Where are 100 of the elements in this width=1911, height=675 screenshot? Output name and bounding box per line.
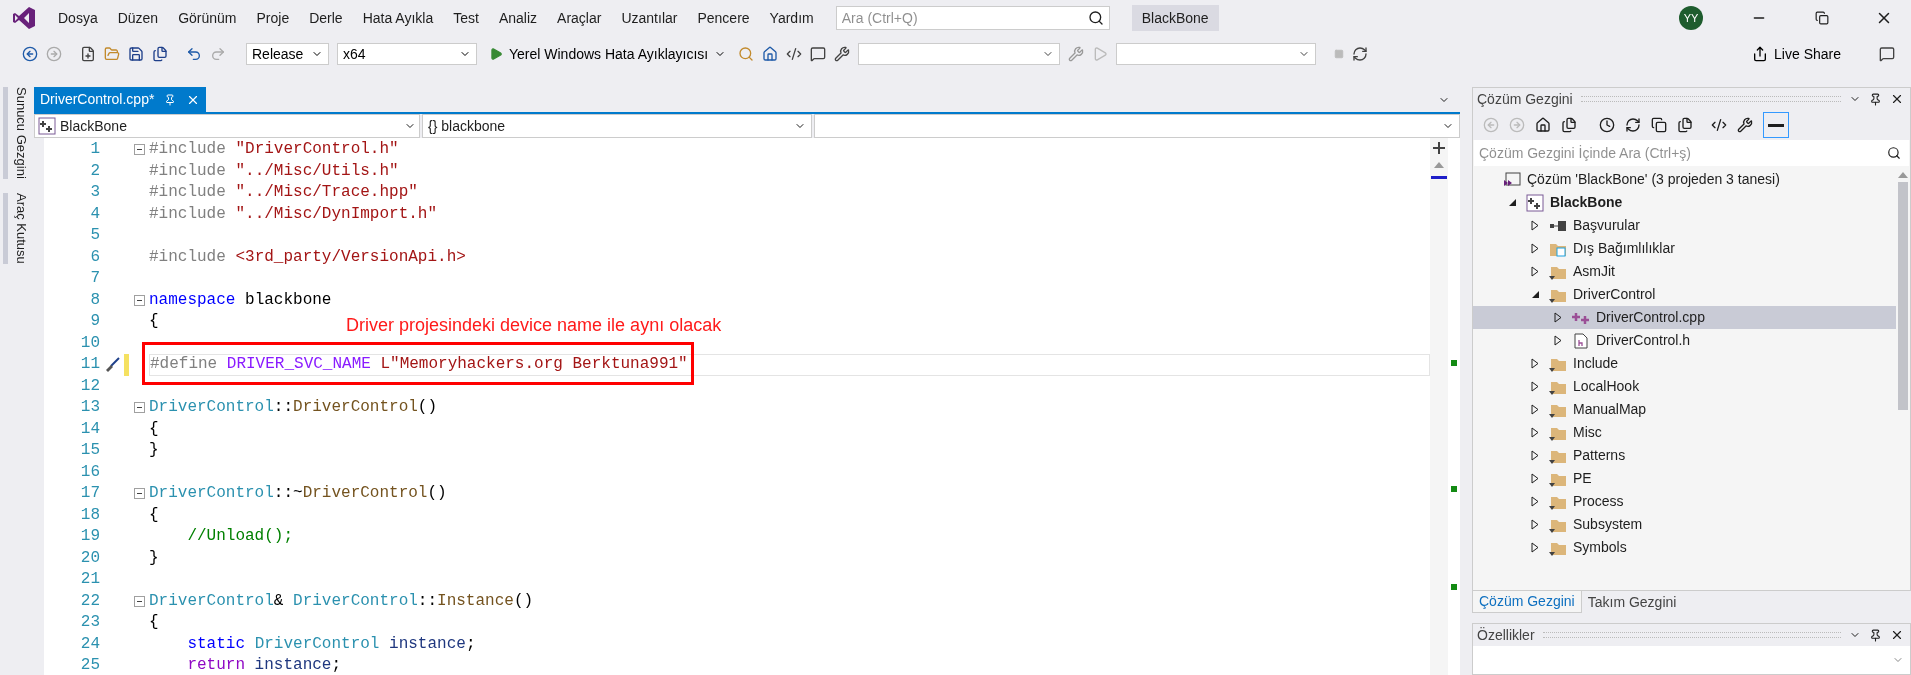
expand-arrow-icon[interactable] (1531, 450, 1539, 461)
tree-item[interactable]: DriverControl.cpp (1473, 306, 1896, 329)
configuration-dropdown[interactable]: Release (246, 43, 329, 65)
close-icon[interactable] (1890, 628, 1904, 642)
preview-toggle-icon[interactable] (1763, 112, 1789, 138)
menu-item[interactable]: Analiz (488, 7, 548, 29)
pin-icon[interactable] (1869, 92, 1882, 106)
scroll-up-icon[interactable] (1434, 162, 1444, 168)
expand-arrow-icon[interactable] (1531, 381, 1539, 392)
collapse-icon[interactable] (133, 144, 145, 156)
tree-item[interactable]: PE (1473, 467, 1896, 490)
tree-item[interactable]: Misc (1473, 421, 1896, 444)
menu-item[interactable]: Araçlar (547, 7, 612, 29)
dropdown-field[interactable] (1116, 43, 1317, 65)
expand-arrow-icon[interactable] (1531, 404, 1539, 415)
expand-arrow-icon[interactable] (1531, 427, 1539, 438)
menu-item[interactable]: Proje (246, 7, 300, 29)
expand-arrow-icon[interactable] (1554, 335, 1562, 346)
history-icon[interactable] (1599, 117, 1615, 133)
undo-icon[interactable] (186, 46, 202, 62)
new-file-icon[interactable] (80, 46, 96, 62)
show-all-files-icon[interactable] (1677, 117, 1693, 133)
app-logo-icon[interactable] (12, 6, 36, 30)
comment-icon[interactable] (810, 46, 827, 62)
expand-arrow-icon[interactable] (1531, 358, 1539, 369)
expand-arrow-icon[interactable] (1531, 496, 1539, 507)
platform-dropdown[interactable]: x64 (337, 43, 477, 65)
expand-arrow-icon[interactable] (1531, 266, 1539, 277)
menu-item[interactable]: Uzantılar (611, 7, 688, 29)
code-icon[interactable] (786, 46, 803, 62)
split-icon[interactable] (1433, 142, 1445, 154)
save-all-icon[interactable] (152, 46, 168, 62)
panel-title: Özellikler (1477, 625, 1535, 645)
collapse-icon[interactable] (133, 488, 145, 500)
tree-item[interactable]: Include (1473, 352, 1896, 375)
tree-item[interactable]: DriverControl.h (1473, 329, 1896, 352)
code-line: return instance; (186, 655, 342, 675)
live-share-button[interactable]: Live Share (1752, 43, 1841, 65)
tree-item-label: DriverControl.cpp (1596, 308, 1705, 327)
collapse-arrow-icon[interactable] (1507, 198, 1517, 207)
collapse-all-icon[interactable] (1651, 117, 1667, 133)
tree-item[interactable]: Symbols (1473, 536, 1896, 559)
panel-tab[interactable]: Takım Gezgini (1581, 591, 1683, 613)
menu-item[interactable]: Görünüm (168, 7, 247, 29)
expand-arrow-icon[interactable] (1531, 473, 1539, 484)
tree-item[interactable]: Patterns (1473, 444, 1896, 467)
header-file-icon (1574, 332, 1588, 349)
open-folder-icon[interactable] (104, 46, 120, 62)
menu-item[interactable]: Derle (299, 7, 353, 29)
line-number: 21 (79, 569, 100, 590)
close-icon[interactable] (1890, 92, 1904, 106)
menu-item[interactable]: Düzen (107, 7, 169, 29)
menu-item[interactable]: Dosya (48, 7, 108, 29)
tree-item[interactable]: BlackBone (1473, 191, 1896, 214)
menu-item[interactable]: Hata Ayıkla (352, 7, 444, 29)
properties-icon[interactable] (1737, 117, 1753, 133)
collapse-icon[interactable] (133, 294, 145, 306)
menu-item[interactable]: Test (443, 7, 489, 29)
expand-arrow-icon[interactable] (1531, 243, 1539, 254)
back-icon[interactable] (22, 46, 38, 62)
tree-item[interactable]: Başvurular (1473, 214, 1896, 237)
namespace-dropdown[interactable]: {} blackbone (422, 114, 812, 138)
tree-item[interactable]: Dış Bağımlılıklar (1473, 237, 1896, 260)
restore-icon[interactable] (1815, 11, 1829, 25)
search-field[interactable]: Çözüm Gezgini İçinde Ara (Ctrl+ş) (1474, 140, 1909, 166)
tree-item[interactable]: LocalHook (1473, 375, 1896, 398)
scroll-up-icon[interactable] (1898, 172, 1908, 178)
panel-tab[interactable]: Çözüm Gezgini (1472, 591, 1582, 613)
tree-item[interactable]: ManualMap (1473, 398, 1896, 421)
search-field[interactable]: Ara (Ctrl+Q) (835, 6, 1110, 30)
dropdown-field[interactable] (858, 43, 1061, 65)
expand-arrow-icon[interactable] (1554, 312, 1562, 323)
tree-item[interactable]: DriverControl (1473, 283, 1896, 306)
tool-icon[interactable] (834, 46, 851, 62)
tree-item[interactable]: Çözüm 'BlackBone' (3 projeden 3 tanesi) (1473, 168, 1896, 191)
refresh-icon[interactable] (1352, 46, 1369, 62)
collapse-icon[interactable] (133, 595, 145, 607)
save-icon[interactable] (128, 46, 144, 62)
pin-icon[interactable] (1869, 628, 1882, 642)
tree-item[interactable]: Process (1473, 490, 1896, 513)
start-debugging-button[interactable]: Yerel Windows Hata Ayıklayıcısı (485, 43, 731, 65)
menu-item[interactable]: Yardım (759, 7, 824, 29)
tree-item[interactable]: AsmJit (1473, 260, 1896, 283)
tree-item-label: Subsystem (1573, 515, 1643, 534)
tree-item[interactable]: Subsystem (1473, 513, 1896, 536)
project-dropdown[interactable]: BlackBone (34, 114, 420, 138)
collapse-icon[interactable] (133, 402, 145, 414)
home-icon[interactable] (1535, 117, 1551, 133)
expand-arrow-icon[interactable] (1531, 220, 1539, 231)
feedback-icon[interactable] (1879, 46, 1895, 62)
expand-arrow-icon[interactable] (1531, 519, 1539, 530)
switch-views-icon[interactable] (1561, 117, 1577, 133)
user-avatar[interactable]: YY (1679, 6, 1703, 30)
find-icon[interactable] (738, 46, 755, 62)
expand-arrow-icon[interactable] (1531, 542, 1539, 553)
scrollbar-thumb[interactable] (1898, 182, 1908, 410)
menu-item[interactable]: Pencere (687, 7, 760, 29)
code-icon[interactable] (1711, 117, 1727, 133)
collapse-arrow-icon[interactable] (1530, 290, 1540, 299)
sync-icon[interactable] (1625, 117, 1641, 133)
